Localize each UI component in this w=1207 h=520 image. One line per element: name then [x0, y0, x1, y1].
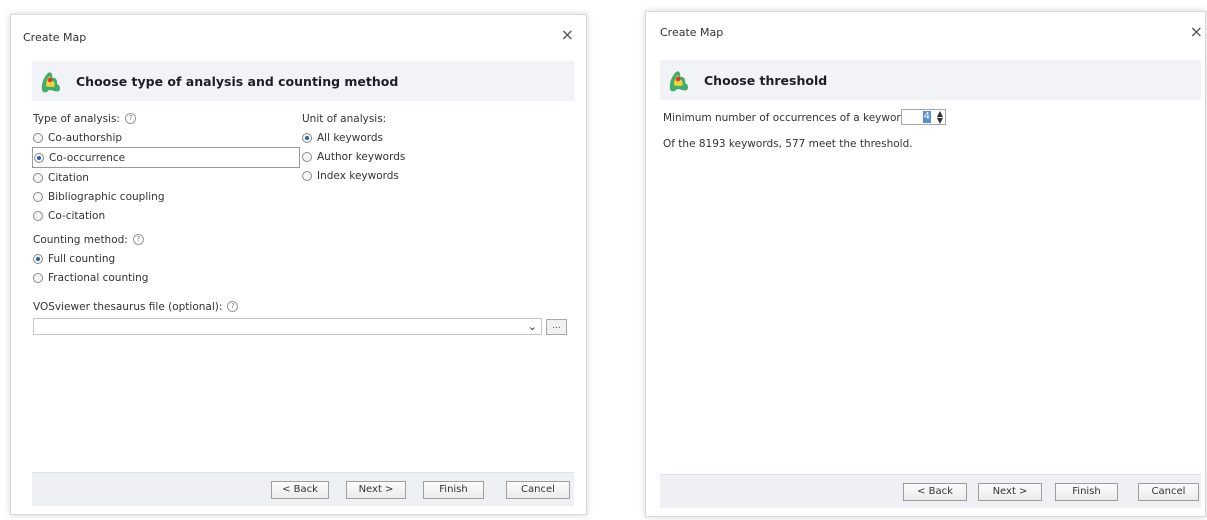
radio-icon	[33, 172, 43, 183]
help-circle-icon[interactable]: ?	[132, 234, 144, 245]
radio-icon	[33, 132, 43, 143]
help-circle-icon[interactable]: ?	[124, 113, 136, 124]
unit-of-analysis-label: Unit of analysis:	[302, 112, 387, 125]
option-label: Author keywords	[317, 150, 406, 163]
thesaurus-group: VOSviewer thesaurus file (optional): ?	[33, 297, 239, 316]
spinner-arrows-icon[interactable]: ▲ ▼	[937, 110, 943, 125]
option-label: Citation	[48, 171, 89, 184]
radio-fractional-counting[interactable]: Fractional counting	[33, 268, 148, 287]
counting-method-heading: Counting method: ?	[33, 230, 148, 249]
close-icon[interactable]: ×	[1190, 24, 1203, 40]
option-label: Co-authorship	[48, 131, 123, 144]
radio-index-keywords[interactable]: Index keywords	[302, 166, 405, 185]
radio-selected-icon	[302, 132, 312, 143]
option-label: Bibliographic coupling	[48, 190, 165, 203]
option-label: Fractional counting	[48, 271, 149, 284]
threshold-spinner-input[interactable]: 4 ▲ ▼	[901, 109, 946, 125]
wizard-footer: < Back Next > Finish Cancel	[32, 472, 574, 506]
radio-icon	[302, 151, 312, 162]
radio-selected-icon	[34, 152, 44, 163]
threshold-row: Minimum number of occurrences of a keywo…	[663, 108, 911, 127]
radio-all-keywords[interactable]: All keywords	[302, 128, 405, 147]
radio-co-citation[interactable]: Co-citation	[33, 206, 300, 225]
threshold-label: Minimum number of occurrences of a keywo…	[663, 111, 911, 124]
option-label: Co-citation	[48, 209, 106, 222]
radio-icon	[33, 210, 43, 221]
counting-method-group: Counting method: ? Full counting Fractio…	[33, 230, 148, 287]
vosviewer-logo-icon	[41, 72, 61, 93]
option-label: Index keywords	[317, 169, 399, 182]
radio-icon	[33, 191, 43, 202]
threshold-result-text: Of the 8193 keywords, 577 meet the thres…	[663, 137, 913, 150]
next-button[interactable]: Next >	[346, 481, 406, 499]
counting-method-label: Counting method:	[33, 233, 128, 246]
radio-selected-icon	[33, 253, 43, 264]
thesaurus-label: VOSviewer thesaurus file (optional):	[33, 300, 223, 313]
vosviewer-logo-icon	[669, 71, 689, 92]
type-of-analysis-heading: Type of analysis: ?	[33, 109, 300, 128]
window-title: Create Map	[23, 31, 87, 44]
cancel-button[interactable]: Cancel	[506, 481, 570, 499]
radio-full-counting[interactable]: Full counting	[33, 249, 148, 268]
type-of-analysis-group: Type of analysis: ? Co-authorship Co-occ…	[32, 109, 300, 225]
finish-button[interactable]: Finish	[1055, 483, 1118, 501]
close-icon[interactable]: ×	[561, 27, 574, 43]
unit-of-analysis-group: Unit of analysis: All keywords Author ke…	[302, 109, 405, 185]
finish-button[interactable]: Finish	[423, 481, 484, 499]
radio-co-authorship[interactable]: Co-authorship	[33, 128, 300, 147]
threshold-result: Of the 8193 keywords, 577 meet the thres…	[663, 134, 913, 153]
option-label: Co-occurrence	[49, 151, 126, 164]
option-label: Full counting	[48, 252, 116, 265]
radio-bibliographic-coupling[interactable]: Bibliographic coupling	[33, 187, 300, 206]
wizard-footer: < Back Next > Finish Cancel	[660, 474, 1201, 508]
browse-button[interactable]: ...	[546, 319, 567, 335]
thesaurus-heading: VOSviewer thesaurus file (optional): ?	[33, 297, 239, 316]
thesaurus-file-combobox[interactable]: ⌄	[33, 318, 542, 335]
header-title: Choose threshold	[704, 72, 828, 88]
back-button[interactable]: < Back	[903, 483, 967, 501]
create-map-dialog-analysis: Create Map × Choose type of analysis and…	[10, 14, 587, 515]
create-map-dialog-threshold: Create Map × Choose threshold Minimum nu…	[645, 11, 1206, 517]
window-title: Create Map	[660, 26, 724, 39]
title-bar: Create Map ×	[646, 12, 1205, 54]
chevron-down-icon[interactable]: ⌄	[528, 320, 537, 333]
radio-icon	[302, 170, 312, 181]
next-button[interactable]: Next >	[978, 483, 1042, 501]
wizard-header: Choose threshold	[660, 60, 1201, 100]
back-button[interactable]: < Back	[271, 481, 329, 499]
option-label: All keywords	[317, 131, 384, 144]
wizard-header: Choose type of analysis and counting met…	[32, 61, 574, 101]
radio-co-occurrence[interactable]: Co-occurrence	[32, 147, 300, 168]
cancel-button[interactable]: Cancel	[1138, 483, 1199, 501]
help-circle-icon[interactable]: ?	[227, 301, 239, 312]
title-bar: Create Map ×	[11, 15, 586, 57]
radio-citation[interactable]: Citation	[33, 168, 300, 187]
header-title: Choose type of analysis and counting met…	[76, 73, 399, 89]
threshold-value: 4	[922, 111, 931, 123]
radio-icon	[33, 272, 43, 283]
type-of-analysis-label: Type of analysis:	[33, 112, 120, 125]
radio-author-keywords[interactable]: Author keywords	[302, 147, 405, 166]
